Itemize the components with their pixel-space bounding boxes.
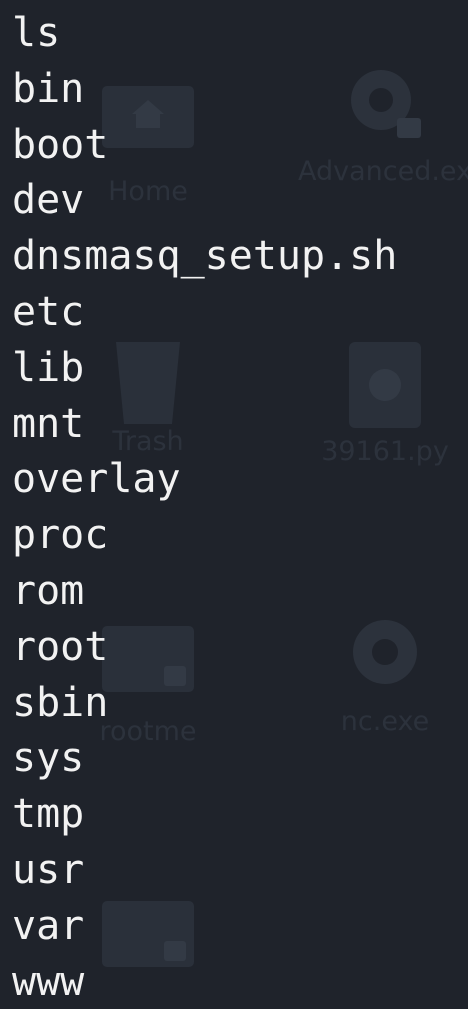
terminal-line: tmp [12,791,85,838]
terminal-line: usr [12,846,85,893]
terminal-line: root [12,623,109,670]
terminal-line: boot [12,121,109,168]
terminal-line: dnsmasq_setup.sh [12,233,398,280]
terminal-line: bin [12,65,85,112]
terminal-line: mnt [12,400,85,447]
terminal-line: sys [12,735,85,782]
terminal-line: lib [12,344,85,391]
terminal-line: www [12,958,85,1005]
terminal-line: rom [12,567,85,614]
terminal-line: sbin [12,679,109,726]
terminal-line: overlay [12,456,181,503]
terminal-output[interactable]: ls bin boot dev dnsmasq_setup.sh etc lib… [12,6,397,1009]
terminal-command: ls [12,10,61,56]
terminal-line: etc [12,288,85,335]
terminal-line: var [12,902,85,949]
terminal-line: proc [12,512,109,559]
terminal-line: dev [12,177,85,224]
